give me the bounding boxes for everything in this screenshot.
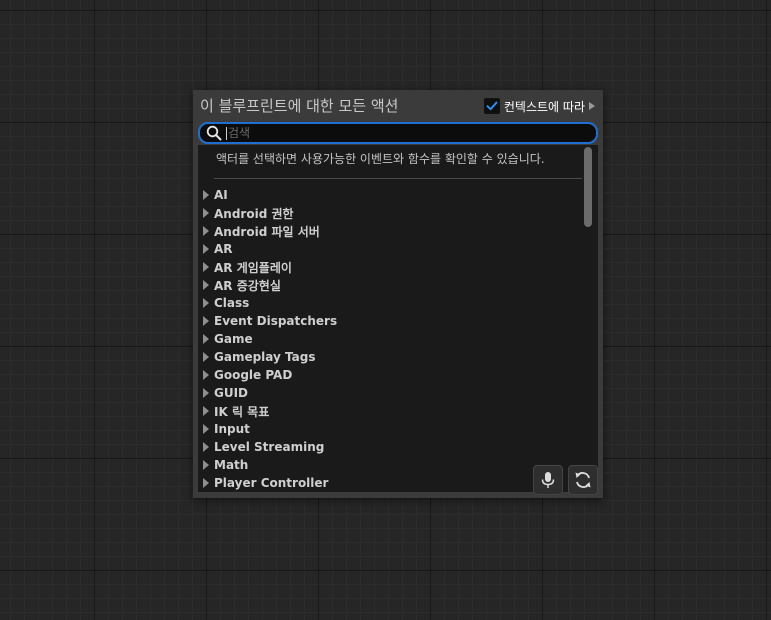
category-item-ar[interactable]: AR [198,240,337,258]
category-label: Android 파일 서버 [214,224,320,239]
category-label: Math [214,458,249,472]
refresh-icon [575,472,591,488]
expand-triangle-icon[interactable] [203,316,209,326]
expand-arrow-icon[interactable] [589,102,595,110]
context-sensitive-label: 컨텍스트에 따라 [503,99,585,114]
category-label: GUID [214,386,249,400]
category-item-player-controller[interactable]: Player Controller [198,474,337,492]
category-label: AR 증강현실 [214,278,281,293]
category-item-event-dispatchers[interactable]: Event Dispatchers [198,312,337,330]
expand-triangle-icon[interactable] [203,208,209,218]
search-icon [206,125,222,141]
category-label: Google PAD [214,368,293,382]
expand-triangle-icon[interactable] [203,370,209,380]
expand-triangle-icon[interactable] [203,352,209,362]
category-item-class[interactable]: Class [198,294,337,312]
refresh-button[interactable] [568,465,598,495]
scrollbar[interactable] [584,147,592,487]
microphone-icon [541,472,555,488]
expand-triangle-icon[interactable] [203,244,209,254]
category-label: Game [214,332,253,346]
category-label: Player Controller [214,476,329,490]
category-item-game[interactable]: Game [198,330,337,348]
action-menu-header: 이 블루프린트에 대한 모든 액션 컨텍스트에 따라 [193,90,603,120]
category-label: AR [214,242,233,256]
expand-triangle-icon[interactable] [203,298,209,308]
category-label: Event Dispatchers [214,314,338,328]
expand-triangle-icon[interactable] [203,442,209,452]
search-input[interactable] [227,126,568,140]
expand-triangle-icon[interactable] [203,388,209,398]
category-label: Input [214,422,250,436]
category-label: Level Streaming [214,440,325,454]
voice-input-button[interactable] [533,465,563,495]
context-sensitive-toggle[interactable]: 컨텍스트에 따라 [483,97,595,115]
hint-text: 액터를 선택하면 사용가능한 이벤트와 함수를 확인할 수 있습니다. [216,152,545,166]
expand-triangle-icon[interactable] [203,424,209,434]
checkmark-icon [486,101,498,111]
category-label: Gameplay Tags [214,350,316,364]
expand-triangle-icon[interactable] [203,460,209,470]
category-label: AI [214,188,228,202]
category-item-android-file-server[interactable]: Android 파일 서버 [198,222,337,240]
action-list-panel: 액터를 선택하면 사용가능한 이벤트와 함수를 확인할 수 있습니다. AI A… [198,145,598,492]
category-label: IK 릭 목표 [214,404,270,419]
category-item-android-permissions[interactable]: Android 권한 [198,204,337,222]
expand-triangle-icon[interactable] [203,226,209,236]
expand-triangle-icon[interactable] [203,280,209,290]
expand-triangle-icon[interactable] [203,478,209,488]
category-item-ar-augmented-reality[interactable]: AR 증강현실 [198,276,337,294]
category-label: Class [214,296,250,310]
category-label: AR 게임플레이 [214,260,292,275]
action-menu: 이 블루프린트에 대한 모든 액션 컨텍스트에 따라 액터를 선택하면 사용가능… [193,90,603,498]
menu-title: 이 블루프린트에 대한 모든 액션 [200,97,399,115]
category-item-google-pad[interactable]: Google PAD [198,366,337,384]
category-list: AI Android 권한 Android 파일 서버 AR AR 게임플레이 … [198,186,337,492]
category-item-guid[interactable]: GUID [198,384,337,402]
category-item-ai[interactable]: AI [198,186,337,204]
category-item-level-streaming[interactable]: Level Streaming [198,438,337,456]
category-item-ik-rig-goal[interactable]: IK 릭 목표 [198,402,337,420]
context-sensitive-checkbox[interactable] [483,98,500,114]
expand-triangle-icon[interactable] [203,406,209,416]
expand-triangle-icon[interactable] [203,190,209,200]
category-item-input[interactable]: Input [198,420,337,438]
expand-triangle-icon[interactable] [203,262,209,272]
scrollbar-thumb[interactable] [584,147,592,227]
category-item-math[interactable]: Math [198,456,337,474]
category-item-gameplay-tags[interactable]: Gameplay Tags [198,348,337,366]
category-label: Android 권한 [214,206,294,221]
divider [214,178,582,179]
search-box[interactable] [198,122,598,144]
category-item-ar-gameplay[interactable]: AR 게임플레이 [198,258,337,276]
expand-triangle-icon[interactable] [203,334,209,344]
